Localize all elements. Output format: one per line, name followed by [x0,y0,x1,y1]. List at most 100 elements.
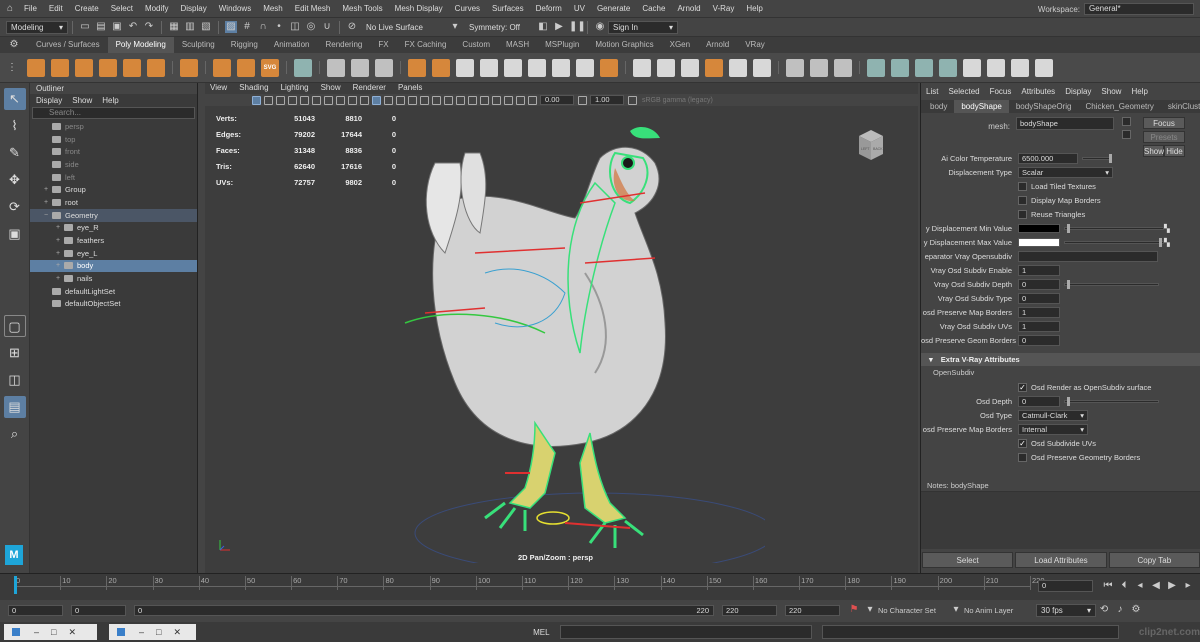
menu-display[interactable]: Display [175,4,213,13]
menu-surfaces[interactable]: Surfaces [486,4,530,13]
ae-menu-display[interactable]: Display [1065,87,1091,96]
close-icon[interactable]: ✕ [68,627,76,638]
ae-tab-chicken-geometry[interactable]: Chicken_Geometry [1078,100,1160,113]
poly-sphere-icon[interactable] [27,58,45,77]
ae-menu-list[interactable]: List [926,87,938,96]
chicken-model[interactable] [385,123,765,563]
shelf-tab-fx[interactable]: FX [370,37,396,53]
shelf-tab-sculpting[interactable]: Sculpting [174,37,223,53]
color-swatch[interactable] [1018,237,1060,247]
shelf-tab-xgen[interactable]: XGen [662,37,698,53]
menu-select[interactable]: Select [105,4,139,13]
checkbox[interactable] [1018,209,1027,219]
menu-generate[interactable]: Generate [591,4,636,13]
menu-curves[interactable]: Curves [449,4,486,13]
shelf-tab-curves-surfaces[interactable]: Curves / Surfaces [28,37,108,53]
show-button[interactable]: Show [1143,145,1164,157]
shelf-tab-animation[interactable]: Animation [266,37,318,53]
poly-plane-icon[interactable] [123,58,141,77]
attribute-slider[interactable] [1064,237,1164,247]
booleans-icon[interactable] [480,58,498,77]
mel-command-input[interactable] [559,625,812,639]
outliner-item-body[interactable]: + body [30,259,197,273]
shelf-tab-motion-graphics[interactable]: Motion Graphics [587,37,661,53]
separate-icon[interactable] [432,58,450,77]
attribute-dropdown[interactable]: Scalar ▾ [1018,166,1113,178]
append-icon[interactable] [681,58,699,77]
select-tool-icon[interactable]: ↖ [3,88,26,110]
colorspace-label[interactable]: sRGB gamma (legacy) [642,97,713,104]
two-view-icon[interactable]: ◫ [4,369,26,391]
color-swatch[interactable] [1018,223,1060,233]
menu-arnold[interactable]: Arnold [671,4,706,13]
slider-handle[interactable] [1067,279,1070,289]
combine-icon[interactable] [408,58,426,77]
wedge-icon[interactable] [729,58,747,77]
automatic-uv-icon[interactable] [891,58,909,77]
attribute-dropdown[interactable]: Catmull-Clark ▾ [1018,409,1088,421]
go-to-input-icon[interactable] [1122,117,1131,126]
playback-start-field[interactable]: 0 [71,604,126,616]
attribute-value-field[interactable]: 0 [1018,334,1060,346]
view-cube[interactable]: LEFT BACK [857,130,885,160]
checkbox[interactable] [1018,181,1027,191]
smooth-shade-icon[interactable] [383,95,393,105]
select-object-icon[interactable]: ▥ [184,21,196,33]
paint-select-icon[interactable]: ✎ [4,142,26,164]
fps-dropdown[interactable]: 30 fps ▾ [1036,603,1096,617]
menu-cache[interactable]: Cache [636,4,671,13]
maximize-icon[interactable]: □ [51,627,56,637]
shelf-tab-fx-caching[interactable]: FX Caching [397,37,455,53]
menu-mesh[interactable]: Mesh [257,4,289,13]
xray-icon[interactable] [491,95,501,105]
snap-point-icon[interactable]: • [273,21,285,33]
shelf-tab-rigging[interactable]: Rigging [223,37,266,53]
menu-deform[interactable]: Deform [530,4,568,13]
bridge-icon[interactable] [552,58,570,77]
planar-uv-icon[interactable] [867,58,885,77]
attribute-value-field[interactable]: 6500.000 [1018,152,1078,164]
smooth-icon[interactable] [504,58,522,77]
gamma-field[interactable]: 1.00 [590,95,624,105]
outliner-item-front[interactable]: front [30,145,197,158]
ae-menu-attributes[interactable]: Attributes [1021,87,1055,96]
loop-icon[interactable]: ⟲ [1098,604,1110,616]
shadows-icon[interactable] [431,95,441,105]
ae-tab-bodyshapeorig[interactable]: bodyShapeOrig [1009,100,1079,113]
outliner-menu-display[interactable]: Display [36,96,62,105]
menu-file[interactable]: File [18,4,43,13]
checkbox[interactable] [1018,195,1027,205]
ae-tab-body[interactable]: body [923,100,954,113]
ipr-render-icon[interactable]: ▶ [553,21,565,33]
uv-editor-icon[interactable] [294,58,312,77]
new-scene-icon[interactable]: ▭ [79,21,91,33]
outliner-item-defaultobjectset[interactable]: defaultObjectSet [30,298,197,311]
field-chart-icon[interactable] [347,95,357,105]
shelf-tab-msplugin[interactable]: MSPlugin [537,37,587,53]
save-scene-icon[interactable]: ▣ [111,21,123,33]
menu-uv[interactable]: UV [568,4,591,13]
sweep-mesh-icon[interactable] [213,58,231,77]
outliner-item-nails[interactable]: + nails [30,272,197,285]
attribute-value-field[interactable]: 0 [1018,395,1060,407]
expand-icon[interactable]: + [56,237,64,244]
outliner-item-eye-l[interactable]: + eye_L [30,247,197,260]
shelf-tab-poly-modeling[interactable]: Poly Modeling [107,37,174,53]
attribute-value-field[interactable]: 0 [1018,278,1060,290]
xray-joints-icon[interactable] [503,95,513,105]
sound-icon[interactable]: ♪ [1114,604,1126,616]
attribute-value-field[interactable]: 1 [1018,320,1060,332]
isolate-select-icon[interactable] [479,95,489,105]
viewport-menu-shading[interactable]: Shading [239,83,268,94]
select-button[interactable]: Select [922,552,1014,568]
outliner-item-group[interactable]: + Group [30,183,197,196]
step-back-key-icon[interactable]: ⏴ [1118,580,1130,592]
symmetry-dropdown[interactable]: Symmetry: Off [469,23,529,32]
shelf-tab-custom[interactable]: Custom [454,37,498,53]
shelf-tab-arnold[interactable]: Arnold [698,37,737,53]
animation-start-field[interactable]: 0 [8,604,63,616]
extrude-icon[interactable] [633,58,651,77]
slider-handle[interactable] [1109,153,1112,163]
four-view-icon[interactable]: ⊞ [4,342,26,364]
move-tool-icon[interactable]: ✥ [4,169,26,191]
